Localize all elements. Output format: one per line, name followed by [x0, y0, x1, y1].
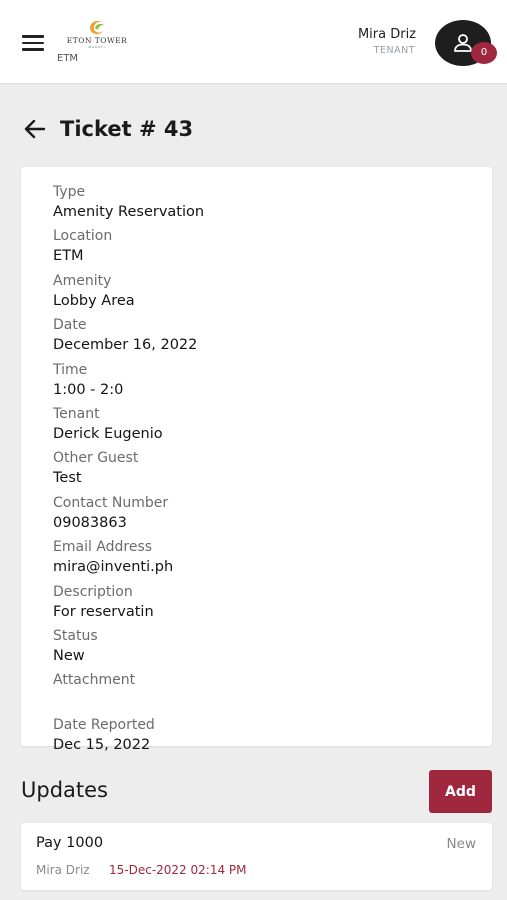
field-label: Status — [53, 627, 98, 644]
logo-swirl-icon — [90, 20, 104, 35]
field-value: For reservatin — [53, 603, 154, 620]
field-other-guest: Other Guest Test — [53, 449, 204, 493]
add-update-button[interactable]: Add — [429, 770, 492, 813]
field-date-reported: Date Reported Dec 15, 2022 — [53, 716, 204, 760]
page-title-row: Ticket # 43 — [24, 114, 193, 144]
field-value: Lobby Area — [53, 292, 135, 309]
updates-heading: Updates — [21, 778, 108, 802]
field-value: ETM — [53, 248, 84, 265]
back-button[interactable] — [24, 117, 48, 141]
field-time: Time 1:00 - 2:0 — [53, 361, 204, 405]
notification-badge: 0 — [471, 42, 497, 64]
field-contact-number: Contact Number 09083863 — [53, 494, 204, 538]
field-value: Test — [53, 470, 82, 487]
field-label: Description — [53, 583, 133, 600]
user-icon — [454, 34, 472, 52]
update-date: 15-Dec-2022 02:14 PM — [109, 863, 247, 877]
field-description: Description For reservatin — [53, 583, 204, 627]
field-label: Attachment — [53, 672, 136, 689]
field-tenant: Tenant Derick Eugenio — [53, 405, 204, 449]
field-value: Amenity Reservation — [53, 204, 205, 220]
field-label: Email Address — [53, 539, 153, 556]
ticket-fields: Type Amenity Reservation Location ETM Am… — [53, 183, 204, 760]
field-label: Time — [53, 361, 88, 378]
field-label: Date — [53, 317, 87, 334]
update-status: New — [446, 836, 476, 852]
update-author: Mira Driz — [36, 863, 90, 877]
field-value: 1:00 - 2:0 — [53, 381, 124, 398]
field-location: Location ETM — [53, 227, 204, 271]
field-attachment: Attachment — [53, 671, 204, 715]
field-value — [53, 691, 204, 715]
field-status: Status New — [53, 627, 204, 671]
field-value: Derick Eugenio — [53, 425, 163, 442]
field-label: Type — [53, 184, 86, 200]
menu-icon[interactable] — [22, 35, 46, 51]
update-text: Pay 1000 — [36, 835, 104, 851]
field-label: Tenant — [53, 405, 100, 422]
field-label: Amenity — [53, 272, 112, 289]
field-email-address: Email Address mira@inventi.ph — [53, 538, 204, 582]
field-value: New — [53, 647, 85, 664]
ticket-details-card: Type Amenity Reservation Location ETM Am… — [21, 167, 492, 753]
eton-tower-logo: ETON TOWER MAKATI — [62, 18, 132, 49]
app-header: ETON TOWER MAKATI ETM Mira Driz TENANT 0 — [0, 0, 507, 84]
field-date: Date December 16, 2022 — [53, 316, 204, 360]
field-value: 09083863 — [53, 514, 127, 531]
field-type: Type Amenity Reservation — [53, 183, 204, 227]
logo-text: ETON TOWER — [66, 36, 128, 45]
arrow-left-icon — [24, 119, 46, 139]
field-value: December 16, 2022 — [53, 337, 198, 354]
page-title: Ticket # 43 — [60, 117, 194, 141]
field-value: mira@inventi.ph — [53, 559, 174, 576]
field-amenity: Amenity Lobby Area — [53, 272, 204, 316]
field-label: Contact Number — [53, 494, 169, 511]
user-name: Mira Driz — [357, 27, 416, 42]
field-label: Date Reported — [53, 716, 155, 733]
update-item[interactable]: Pay 1000 New Mira Driz 15-Dec-2022 02:14… — [21, 823, 492, 890]
field-label: Location — [53, 228, 113, 245]
site-code: ETM — [57, 53, 79, 64]
logo-subtext: MAKATI — [88, 45, 106, 49]
user-role: TENANT — [373, 45, 415, 56]
field-label: Other Guest — [53, 450, 139, 467]
field-value: Dec 15, 2022 — [53, 736, 151, 753]
